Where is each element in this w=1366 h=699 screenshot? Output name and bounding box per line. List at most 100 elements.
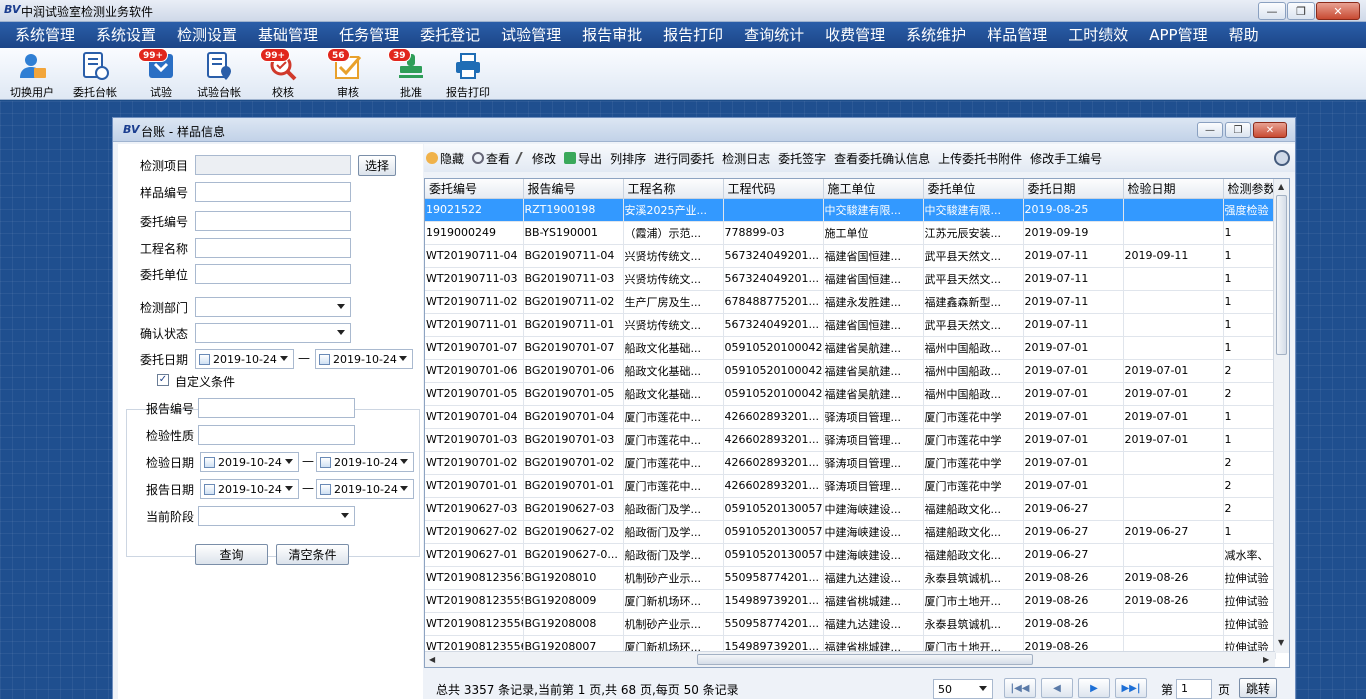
restore-button[interactable]: ❐ — [1287, 2, 1315, 20]
next-page-button[interactable]: ▶ — [1078, 678, 1110, 698]
menu-system-settings[interactable]: 系统设置 — [85, 22, 166, 48]
vertical-scroll-thumb[interactable] — [1276, 195, 1287, 355]
table-row[interactable]: WT20190701-07 BG20190701-07 船政文化基础... 05910… — [425, 336, 1276, 360]
minimize-button[interactable]: — — [1258, 2, 1286, 20]
column-header[interactable]: 报告编号 — [523, 179, 624, 199]
menu-sample-manage[interactable]: 样品管理 — [976, 22, 1057, 48]
scroll-up-icon[interactable]: ▲ — [1278, 182, 1284, 191]
toolbar-test[interactable]: 99+ 试验 — [138, 48, 176, 100]
table-row[interactable]: WT20190701-04 BG20190701-04 厦门市莲花中... 42660… — [425, 405, 1276, 429]
hide-button[interactable]: 隐藏 — [426, 150, 464, 167]
menu-report-approve[interactable]: 报告审批 — [571, 22, 652, 48]
page-size-select[interactable]: 50 — [933, 679, 993, 699]
entrust-date-from[interactable]: 2019-10-24 — [195, 349, 294, 369]
child-restore-button[interactable]: ❐ — [1225, 122, 1251, 138]
view-button[interactable]: 查看 — [472, 150, 510, 167]
scroll-down-icon[interactable]: ▼ — [1278, 638, 1284, 647]
select-button[interactable]: 选择 — [358, 155, 396, 176]
menu-entrust-register[interactable]: 委托登记 — [409, 22, 490, 48]
menu-app-manage[interactable]: APP管理 — [1138, 22, 1217, 48]
toolbar-review[interactable]: 56 审核 — [327, 48, 363, 100]
vertical-scrollbar[interactable]: ▲ ▼ — [1273, 179, 1289, 653]
column-header[interactable]: 工程代码 — [723, 179, 824, 199]
page-number-input[interactable]: 1 — [1176, 679, 1212, 699]
project-name-field[interactable] — [195, 238, 351, 258]
scroll-right-icon[interactable]: ▶ — [1263, 655, 1269, 664]
table-row[interactable]: WT20190701-05 BG20190701-05 船政文化基础... 05910… — [425, 382, 1276, 406]
zoom-icon[interactable] — [1274, 150, 1290, 166]
sample-no-field[interactable] — [195, 182, 351, 202]
table-row[interactable]: WT20190701-02 BG20190701-02 厦门市莲花中... 42660… — [425, 451, 1276, 475]
calendar-checkbox-icon[interactable] — [319, 353, 330, 365]
column-header[interactable]: 施工单位 — [823, 179, 924, 199]
toolbar-approve[interactable]: 39 批准 — [388, 48, 426, 100]
view-confirm-info-button[interactable]: 查看委托确认信息 — [834, 150, 930, 167]
child-minimize-button[interactable]: — — [1197, 122, 1223, 138]
last-page-button[interactable]: ▶▶| — [1115, 678, 1147, 698]
inspect-nature-field[interactable] — [198, 425, 355, 445]
horizontal-scroll-thumb[interactable] — [697, 654, 1033, 665]
query-button[interactable]: 查询 — [195, 544, 268, 565]
prev-page-button[interactable]: ◀ — [1041, 678, 1073, 698]
column-header[interactable]: 委托单位 — [923, 179, 1024, 199]
child-close-button[interactable]: ✕ — [1253, 122, 1287, 138]
test-dept-select[interactable] — [195, 297, 351, 317]
calendar-checkbox-icon[interactable] — [199, 353, 210, 365]
entrust-unit-field[interactable] — [195, 264, 351, 284]
first-page-button[interactable]: |◀◀ — [1004, 678, 1036, 698]
current-stage-select[interactable] — [198, 506, 355, 526]
menu-fee-manage[interactable]: 收费管理 — [814, 22, 895, 48]
table-row[interactable]: WT20190711-04 BG20190711-04 兴贤坊传统文... 56732… — [425, 244, 1276, 268]
scroll-left-icon[interactable]: ◀ — [429, 655, 435, 664]
toolbar-test-ledger[interactable]: 试验台帐 — [197, 48, 241, 100]
column-header[interactable]: 工程名称 — [623, 179, 724, 199]
menu-report-print[interactable]: 报告打印 — [652, 22, 733, 48]
menu-basic-manage[interactable]: 基础管理 — [247, 22, 328, 48]
menu-help[interactable]: 帮助 — [1218, 22, 1269, 48]
confirm-status-select[interactable] — [195, 323, 351, 343]
test-log-button[interactable]: 检测日志 — [722, 150, 770, 167]
toolbar-report-print[interactable]: 报告打印 — [446, 48, 490, 100]
entrust-sign-button[interactable]: 委托签字 — [778, 150, 826, 167]
table-row[interactable]: WT20190627-02 BG20190627-02 船政衙门及学... 05910… — [425, 520, 1276, 544]
menu-system-maintain[interactable]: 系统维护 — [895, 22, 976, 48]
edit-button[interactable]: 修改 — [515, 150, 556, 167]
table-row[interactable]: 1919000249 BB-YS190001 （霞浦）示范... 778899-03 施… — [425, 221, 1276, 245]
table-row[interactable]: 19021522 RZT1900198 安溪2025产业... 中交駿建有限... 中交… — [425, 198, 1276, 222]
table-row[interactable]: WT20190711-03 BG20190711-03 兴贤坊传统文... 56732… — [425, 267, 1276, 291]
column-header[interactable]: 检测参数 — [1223, 179, 1276, 199]
inspect-date-to[interactable]: 2019-10-24 — [316, 452, 414, 472]
toolbar-entrust-ledger[interactable]: 委托台帐 — [73, 48, 117, 100]
toolbar-switch-user[interactable]: 切换用户 — [10, 48, 54, 100]
table-row[interactable]: WT2019081235616BG19208010机制砂产业示...550958… — [425, 566, 1276, 590]
calendar-checkbox-icon[interactable] — [204, 483, 215, 495]
horizontal-scrollbar[interactable]: ◀ ▶ — [425, 651, 1275, 667]
same-entrust-button[interactable]: 进行同委托 — [654, 150, 714, 167]
table-row[interactable]: WT20190701-03 BG20190701-03 厦门市莲花中... 42660… — [425, 428, 1276, 452]
table-row[interactable]: WT20190711-02 BG20190711-02 生产厂房及生... 67848… — [425, 290, 1276, 314]
table-row[interactable]: WT2019081235567BG19208008机制砂产业示...550958… — [425, 612, 1276, 636]
column-header[interactable]: 委托日期 — [1023, 179, 1124, 199]
custom-condition-checkbox[interactable]: ✓ — [157, 374, 169, 386]
entrust-no-field[interactable] — [195, 211, 351, 231]
table-row[interactable]: WT20190711-01 BG20190711-01 兴贤坊传统文... 56732… — [425, 313, 1276, 337]
edit-manual-no-button[interactable]: 修改手工编号 — [1030, 150, 1102, 167]
table-row[interactable]: WT20190701-01 BG20190701-01 厦门市莲花中... 42660… — [425, 474, 1276, 498]
table-row[interactable]: WT20190701-06 BG20190701-06 船政文化基础... 05910… — [425, 359, 1276, 383]
column-header[interactable]: 检验日期 — [1123, 179, 1224, 199]
jump-button[interactable]: 跳转 — [1239, 678, 1277, 698]
test-item-field[interactable] — [195, 155, 351, 175]
toolbar-verify[interactable]: 99+ 校核 — [260, 48, 298, 100]
export-button[interactable]: 导出 — [564, 150, 602, 167]
menu-system-manage[interactable]: 系统管理 — [4, 22, 85, 48]
table-row[interactable]: WT20190627-03 BG20190627-03 船政衙门及学... 05910… — [425, 497, 1276, 521]
inspect-date-from[interactable]: 2019-10-24 — [200, 452, 299, 472]
menu-test-manage[interactable]: 试验管理 — [490, 22, 571, 48]
menu-work-performance[interactable]: 工时绩效 — [1057, 22, 1138, 48]
menu-test-settings[interactable]: 检测设置 — [166, 22, 247, 48]
table-row[interactable]: WT2019081235597BG19208009厦门新机场环...154989… — [425, 589, 1276, 613]
column-sort-button[interactable]: 列排序 — [610, 150, 646, 167]
menu-query-stats[interactable]: 查询统计 — [733, 22, 814, 48]
table-row[interactable]: WT20190627-01 BG20190627-0... 船政衙门及学... 059… — [425, 543, 1276, 567]
clear-conditions-button[interactable]: 清空条件 — [276, 544, 349, 565]
